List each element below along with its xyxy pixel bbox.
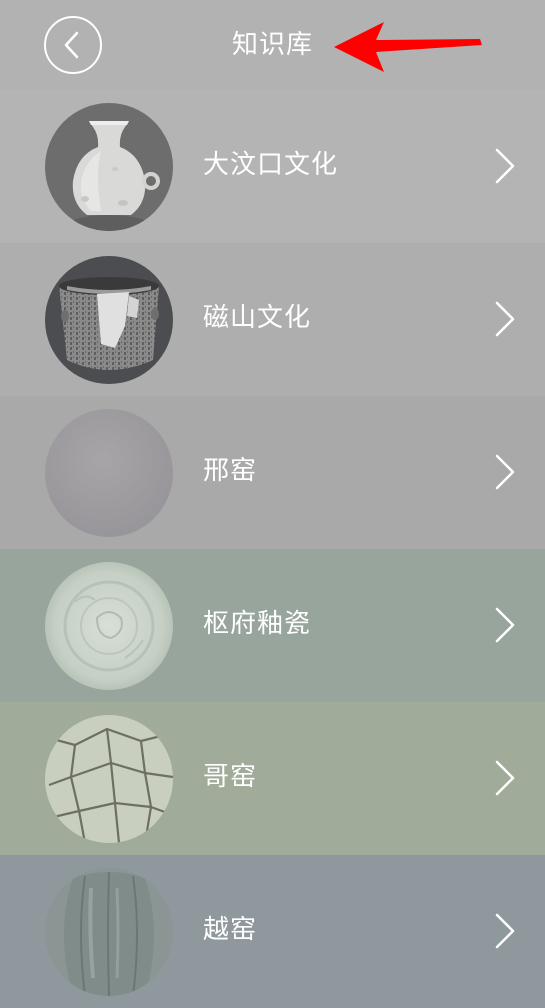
- chevron-right-icon: [495, 454, 515, 490]
- list-item-geyao[interactable]: 哥窑: [0, 702, 545, 855]
- knowledge-list: 大汶口文化 磁山文化 邢窑 枢府釉瓷 哥窑 越窑: [0, 90, 545, 1008]
- list-item-cishan[interactable]: 磁山文化: [0, 243, 545, 396]
- chevron-right-icon: [495, 760, 515, 796]
- header: 知识库: [0, 0, 545, 90]
- list-item-xingyao[interactable]: 邢窑: [0, 396, 545, 549]
- chevron-right-icon: [495, 913, 515, 949]
- list-item-label: 哥窑: [203, 762, 258, 792]
- thumbnail-celadon-plate-center: [45, 562, 173, 690]
- list-item-yueyao[interactable]: 越窑: [0, 855, 545, 1008]
- thumbnail-white-pottery-vase: [45, 103, 173, 231]
- red-arrow-icon: [334, 22, 482, 72]
- list-item-label: 邢窑: [203, 456, 258, 486]
- list-item-label: 越窑: [203, 915, 258, 945]
- chevron-right-icon: [495, 301, 515, 337]
- list-item-label: 枢府釉瓷: [203, 609, 312, 639]
- chevron-right-icon: [495, 607, 515, 643]
- list-item-dawenkou[interactable]: 大汶口文化: [0, 90, 545, 243]
- list-item-shufu[interactable]: 枢府釉瓷: [0, 549, 545, 702]
- thumbnail-crackle-glaze-surface: [45, 715, 173, 843]
- list-item-label: 大汶口文化: [203, 150, 339, 180]
- thumbnail-gray-pottery-bowl: [45, 256, 173, 384]
- chevron-right-icon: [495, 148, 515, 184]
- thumbnail-white-porcelain-surface: [45, 409, 173, 537]
- thumbnail-lobed-celadon-vessel: [45, 868, 173, 996]
- list-item-label: 磁山文化: [203, 303, 312, 333]
